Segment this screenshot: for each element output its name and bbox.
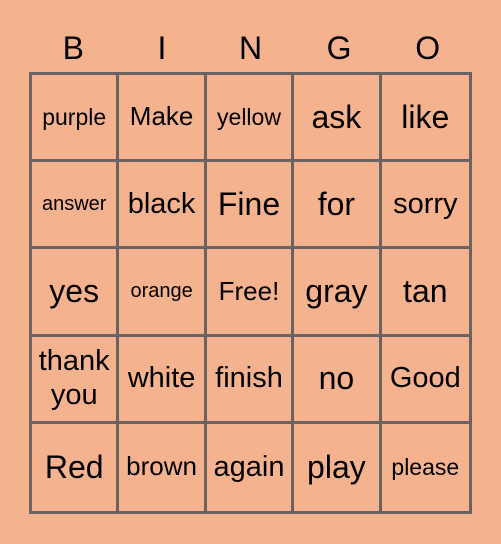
bingo-cell[interactable]: ask xyxy=(294,75,382,163)
bingo-cell[interactable]: yellow xyxy=(206,75,295,163)
bingo-cell[interactable]: brown xyxy=(119,423,207,511)
bingo-cell[interactable]: yes xyxy=(32,249,120,337)
bingo-cell[interactable]: Make xyxy=(119,75,207,163)
bingo-cell[interactable]: purple xyxy=(32,75,120,163)
bingo-board: purple Make yellow ask like answer black… xyxy=(29,72,472,514)
bingo-cell[interactable]: orange xyxy=(119,249,207,337)
bingo-cell[interactable]: no xyxy=(294,336,382,424)
bingo-cell[interactable]: thank you xyxy=(32,336,120,424)
bingo-cell[interactable]: for xyxy=(294,162,382,250)
bingo-cell[interactable]: please xyxy=(382,424,469,511)
header-letter-n: N xyxy=(238,30,263,66)
bingo-header: B I N G O xyxy=(29,28,472,68)
bingo-cell[interactable]: finish xyxy=(206,336,295,424)
bingo-cell[interactable]: play xyxy=(294,423,382,511)
bingo-cell[interactable]: again xyxy=(207,423,295,511)
bingo-cell[interactable]: tan xyxy=(381,249,469,337)
bingo-cell[interactable]: black xyxy=(119,162,207,250)
bingo-cell[interactable]: like xyxy=(381,75,469,163)
bingo-cell[interactable]: Good xyxy=(381,337,469,424)
header-letter-i: I xyxy=(157,30,167,66)
bingo-cell[interactable]: sorry xyxy=(381,162,469,250)
header-letter-b: B xyxy=(62,30,84,66)
bingo-cell[interactable]: white xyxy=(119,336,207,424)
bingo-cell[interactable]: gray xyxy=(294,249,382,337)
free-space-cell[interactable]: Free! xyxy=(206,249,295,337)
header-letter-g: G xyxy=(326,30,352,66)
bingo-cell[interactable]: answer xyxy=(32,162,120,250)
bingo-cell[interactable]: Fine xyxy=(206,162,295,250)
header-letter-o: O xyxy=(415,30,441,66)
bingo-cell[interactable]: Red xyxy=(32,423,120,511)
